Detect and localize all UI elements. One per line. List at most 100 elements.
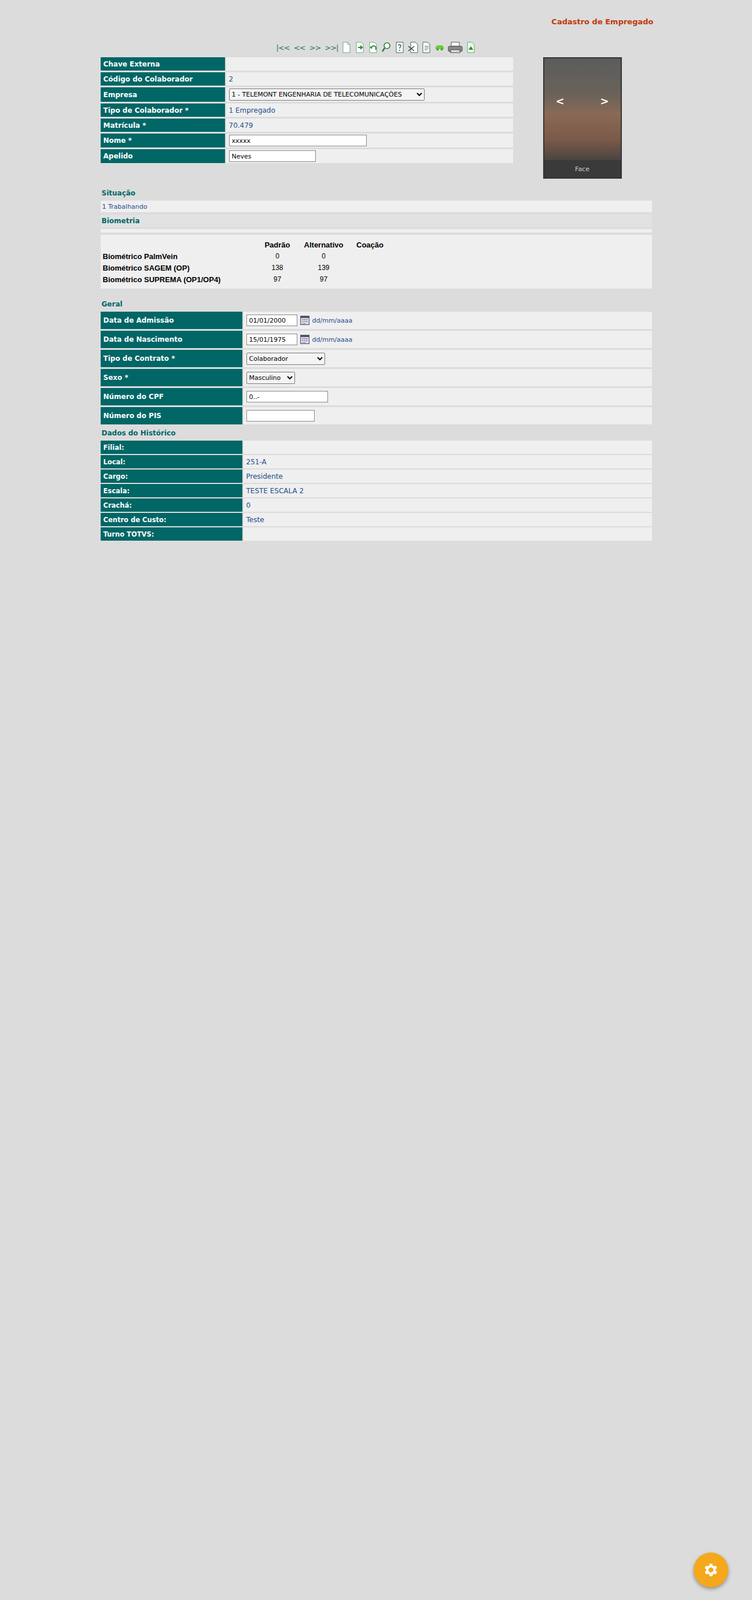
field-label: Número do PIS [100,407,243,425]
field-label: Escala: [100,484,243,498]
identity-row: Chave Externa [100,57,514,71]
face-photo [544,58,621,161]
undo-document-icon[interactable] [367,41,379,54]
history-table: Filial: Local: 251-ACargo: PresidenteEsc… [100,440,652,541]
date-input[interactable] [246,314,298,327]
field-value: TESTE ESCALA 2 [243,484,652,498]
field-value [243,440,652,455]
biometric-row: Biométrico SUPREMA (OP1/OP4)9797 [102,273,394,286]
history-row: Turno TOTVS: [100,527,652,541]
identity-row: Matrícula * 70.479 [100,118,514,132]
cut-document-icon[interactable] [407,41,419,54]
biometric-value [347,262,394,274]
identity-row: Empresa 1 - TELEMONT ENGENHARIA DE TELEC… [100,87,514,102]
field-value: 251-A [243,455,652,469]
biometric-value [347,250,394,263]
export-icon[interactable] [465,41,477,54]
field-label: Local: [100,455,243,469]
general-row: Número do PIS [100,407,652,425]
identity-row: Tipo de Colaborador * 1 Empregado [100,103,514,117]
column-header: Padrão [254,239,301,251]
separator [100,229,652,233]
field-value[interactable]: 1 - TELEMONT ENGENHARIA DE TELECOMUNICAÇ… [226,87,514,102]
identity-section: Chave Externa Código do Colaborador 2Emp… [100,57,652,179]
biometric-value: 97 [300,273,348,286]
history-row: Escala: TESTE ESCALA 2 [100,484,652,498]
general-row: Número do CPF [100,388,652,406]
settings-button[interactable] [693,1553,729,1588]
photo-viewer: < > Face [543,57,622,179]
field-value: Masculino [243,369,652,387]
section-header: Dados do Histórico [100,426,652,440]
biometric-value: 0 [254,250,301,263]
page: Cadastro de Empregado |<<<<>>>>| Chave E… [0,0,752,1600]
biometric-value: 138 [254,262,301,274]
field-label: Filial: [100,440,243,455]
field-label: Apelido [100,149,226,164]
search-icon[interactable] [381,41,392,54]
text-input[interactable] [246,410,315,422]
general-row: Sexo * Masculino [100,369,652,387]
biometric-table: PadrãoAlternativoCoaçãoBiométrico PalmVe… [100,234,652,289]
biometric-label: Biométrico SUPREMA (OP1/OP4) [102,273,255,286]
text-input[interactable] [229,150,316,162]
history-row: Filial: [100,440,652,455]
calendar-icon[interactable] [300,315,310,326]
section-header: Geral [100,297,652,311]
field-value: 1 Empregado [226,103,514,117]
text-input[interactable] [246,391,328,403]
nav-button[interactable]: >>| [323,43,339,53]
help-icon[interactable] [394,41,405,54]
date-input[interactable] [246,333,298,346]
new-document-icon[interactable] [341,41,352,54]
field-value[interactable] [226,133,514,148]
calendar-icon[interactable] [300,334,310,345]
nav-button[interactable]: |<< [275,43,291,53]
report-icon[interactable] [421,41,432,54]
field-label: Tipo de Contrato * [100,349,243,368]
printer-icon[interactable] [447,41,463,54]
biometric-value: 97 [254,273,301,286]
field-label: Cargo: [100,469,243,484]
biometric-row: Biométrico SAGEM (OP)138139 [102,262,394,274]
biometric-header-row: PadrãoAlternativoCoação [102,239,394,251]
section-header: Biometria [100,214,652,228]
general-row: Data de Nascimento dd/mm/aaaa [100,330,652,349]
date-format-hint: dd/mm/aaaa [312,336,353,344]
select-field[interactable]: Colaborador [246,352,326,366]
photo-area: < > Face [513,57,652,179]
page-title: Cadastro de Empregado [100,17,654,27]
biometric-value [347,273,394,286]
field-label: Nome * [100,133,226,148]
field-value [226,57,514,71]
field-value[interactable] [226,149,514,164]
identity-row: Apelido [100,149,514,164]
biometric-row: Biométrico PalmVein00 [102,250,394,263]
field-label: Centro de Custo: [100,513,243,527]
field-value: 70.479 [226,118,514,132]
field-value [243,407,652,425]
car-icon[interactable] [434,41,445,54]
history-row: Centro de Custo: Teste [100,513,652,527]
company-select[interactable]: 1 - TELEMONT ENGENHARIA DE TELECOMUNICAÇ… [229,88,425,101]
gear-icon [702,1561,720,1580]
text-input[interactable] [229,134,367,147]
field-label: Data de Nascimento [100,330,243,349]
field-label: Empresa [100,87,226,102]
section-header: Situação [100,186,652,200]
field-label: Turno TOTVS: [100,527,243,541]
nav-button[interactable]: >> [308,43,322,53]
next-photo-button[interactable]: > [596,94,613,108]
save-document-icon[interactable] [354,41,366,54]
history-row: Local: 251-A [100,455,652,469]
field-value: Teste [243,513,652,527]
field-value: dd/mm/aaaa [243,330,652,349]
date-format-hint: dd/mm/aaaa [312,316,353,325]
identity-row: Nome * [100,133,514,148]
identity-table: Chave Externa Código do Colaborador 2Emp… [100,57,514,179]
situation-value: 1 Trabalhando [100,200,652,213]
form-container: Cadastro de Empregado |<<<<>>>>| Chave E… [100,0,652,541]
select-field[interactable]: Masculino [246,371,296,385]
nav-button[interactable]: << [293,43,307,53]
previous-photo-button[interactable]: < [552,94,569,108]
